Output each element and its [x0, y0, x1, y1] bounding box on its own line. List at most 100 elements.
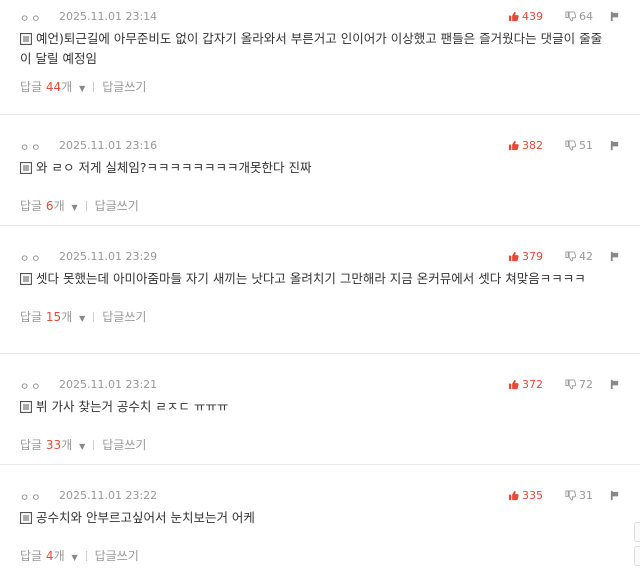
write-reply-button[interactable]: 답글쓰기 — [102, 436, 146, 453]
reply-count: 33 — [45, 438, 62, 452]
like-button[interactable]: 382 — [508, 139, 543, 152]
dislike-button[interactable]: 72 — [565, 378, 593, 391]
floating-scroll-button[interactable] — [634, 546, 640, 566]
comment-text: 예언)퇴근길에 아무준비도 없이 갑자기 올라와서 부른거고 인이어가 이상했고… — [20, 31, 603, 66]
reply-count: 44 — [45, 80, 62, 94]
dislike-count: 51 — [579, 138, 593, 152]
reply-count-unit: 개 — [61, 438, 73, 452]
reply-label: 답글 — [20, 549, 43, 563]
like-count: 335 — [522, 488, 543, 502]
thumbs-down-icon — [565, 250, 576, 262]
comment-actions: 답글 6개 ▼ 답글쓰기 — [20, 197, 620, 214]
comment-date: 2025.11.01 23:14 — [59, 10, 158, 23]
reply-label: 답글 — [20, 438, 43, 452]
dislike-button[interactable]: 64 — [565, 10, 593, 23]
like-button[interactable]: 372 — [508, 378, 543, 391]
report-button[interactable] — [609, 379, 620, 390]
comment-meta: ㅇㅇ 2025.11.01 23:16 382 51 — [20, 131, 620, 159]
comment-date: 2025.11.01 23:16 — [59, 139, 158, 152]
thumbs-up-icon — [508, 11, 519, 21]
write-reply-button[interactable]: 답글쓰기 — [102, 308, 146, 325]
divider — [85, 550, 87, 561]
thumbs-down-icon — [565, 378, 576, 390]
chevron-down-icon: ▼ — [79, 314, 86, 323]
chevron-down-icon: ▼ — [79, 442, 86, 451]
comment-list: ㅇㅇ 2025.11.01 23:14 439 64 예언)퇴근길에 아무준비도… — [0, 0, 640, 572]
reply-count-unit: 개 — [61, 310, 73, 324]
comment-body: 셋다 못했는데 아미아줌마들 자기 새끼는 낫다고 올려치기 그만해라 지금 온… — [19, 270, 620, 290]
dislike-button[interactable]: 51 — [565, 139, 593, 152]
comment-meta: ㅇㅇ 2025.11.01 23:21 372 72 — [20, 370, 620, 398]
like-button[interactable]: 379 — [508, 250, 543, 263]
reply-toggle[interactable]: 답글 4개 ▼ — [20, 547, 78, 564]
reply-label: 답글 — [20, 310, 43, 324]
reply-label: 답글 — [20, 199, 43, 213]
thumbs-down-icon — [565, 10, 576, 22]
reply-count-unit: 개 — [61, 80, 73, 94]
comment-item: ㅇㅇ 2025.11.01 23:16 382 51 와 ㄹㅇ 저게 실체임?ㅋ… — [0, 115, 640, 226]
like-count: 372 — [522, 377, 543, 391]
thumbs-down-icon — [565, 139, 576, 151]
thumbs-up-icon — [508, 251, 519, 261]
divider — [93, 81, 95, 92]
dislike-button[interactable]: 31 — [565, 489, 593, 502]
comment-stats: 335 31 — [508, 487, 620, 503]
document-icon — [19, 32, 33, 50]
like-count: 379 — [522, 249, 543, 263]
chevron-down-icon: ▼ — [71, 203, 78, 212]
report-icon — [610, 490, 619, 500]
thumbs-up-icon — [508, 379, 519, 389]
like-count: 382 — [522, 138, 543, 152]
chevron-down-icon: ▼ — [79, 84, 86, 93]
like-button[interactable]: 335 — [508, 489, 543, 502]
comment-item: ㅇㅇ 2025.11.01 23:14 439 64 예언)퇴근길에 아무준비도… — [0, 0, 640, 115]
write-reply-button[interactable]: 답글쓰기 — [95, 547, 139, 564]
comment-item: ㅇㅇ 2025.11.01 23:21 372 72 뷔 가사 찾는거 공수치 … — [0, 354, 640, 465]
comment-date: 2025.11.01 23:29 — [59, 250, 158, 263]
thumbs-down-icon — [565, 489, 576, 501]
comment-text: 와 ㄹㅇ 저게 실체임?ㅋㅋㅋㅋㅋㅋㅋㅋ개못한다 진짜 — [36, 160, 312, 175]
divider — [85, 200, 87, 211]
comment-actions: 답글 4개 ▼ 답글쓰기 — [20, 547, 620, 564]
reply-toggle[interactable]: 답글 6개 ▼ — [20, 197, 78, 214]
report-button[interactable] — [609, 140, 620, 151]
comment-meta: ㅇㅇ 2025.11.01 23:22 335 31 — [20, 481, 620, 509]
comment-stats: 379 42 — [508, 248, 620, 264]
author-nickname[interactable]: ㅇㅇ — [20, 250, 42, 265]
author-nickname[interactable]: ㅇㅇ — [20, 10, 42, 25]
reply-toggle[interactable]: 답글 44개 ▼ — [20, 78, 85, 95]
author-nickname[interactable]: ㅇㅇ — [20, 139, 42, 154]
write-reply-button[interactable]: 답글쓰기 — [102, 78, 146, 95]
write-reply-button[interactable]: 답글쓰기 — [95, 197, 139, 214]
author-nickname[interactable]: ㅇㅇ — [20, 378, 42, 393]
comment-body: 예언)퇴근길에 아무준비도 없이 갑자기 올라와서 부른거고 인이어가 이상했고… — [19, 30, 620, 68]
dislike-count: 31 — [579, 488, 593, 502]
reply-label: 답글 — [20, 80, 43, 94]
dislike-button[interactable]: 42 — [565, 250, 593, 263]
chevron-down-icon: ▼ — [71, 553, 78, 562]
dislike-count: 64 — [579, 9, 593, 23]
floating-scroll-button[interactable] — [634, 522, 640, 542]
comment-body: 뷔 가사 찾는거 공수치 ㄹㅈㄷ ㅠㅠㅠ — [19, 398, 620, 418]
report-button[interactable] — [609, 251, 620, 262]
reply-count-unit: 개 — [53, 199, 65, 213]
report-button[interactable] — [609, 11, 620, 22]
author-nickname[interactable]: ㅇㅇ — [20, 489, 42, 504]
divider — [93, 439, 95, 450]
thumbs-up-icon — [508, 490, 519, 500]
thumbs-up-icon — [508, 140, 519, 150]
report-icon — [610, 140, 619, 150]
comment-date: 2025.11.01 23:22 — [59, 489, 158, 502]
document-icon — [19, 272, 33, 290]
comment-meta: ㅇㅇ 2025.11.01 23:29 379 42 — [20, 242, 620, 270]
document-icon — [19, 511, 33, 529]
reply-count: 4 — [45, 549, 54, 563]
report-button[interactable] — [609, 490, 620, 501]
comment-stats: 439 64 — [508, 8, 620, 24]
comment-text: 공수치와 안부르고싶어서 눈치보는거 어케 — [36, 510, 255, 525]
reply-toggle[interactable]: 답글 15개 ▼ — [20, 308, 85, 325]
reply-toggle[interactable]: 답글 33개 ▼ — [20, 436, 85, 453]
dislike-count: 72 — [579, 377, 593, 391]
comment-text: 뷔 가사 찾는거 공수치 ㄹㅈㄷ ㅠㅠㅠ — [36, 399, 229, 414]
like-button[interactable]: 439 — [508, 10, 543, 23]
